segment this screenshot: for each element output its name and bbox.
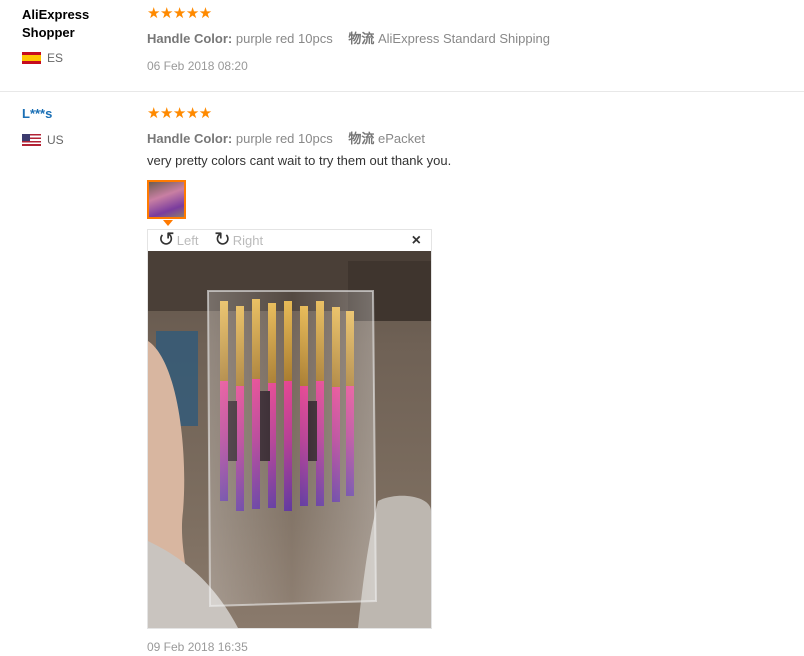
country-code: US — [47, 133, 64, 147]
photo-viewer: ↺ Left ↻ Right × — [147, 229, 432, 629]
star-rating: ★★★★★ — [147, 5, 212, 22]
review-attributes: Handle Color: purple red 10pcs 物流 AliExp… — [147, 28, 550, 47]
rotate-left-label: Left — [176, 232, 199, 248]
review-photo — [148, 251, 431, 628]
handle-color-label: Handle Color: — [147, 131, 233, 146]
shipping-label: 物流 — [348, 131, 375, 146]
review-date: 06 Feb 2018 08:20 — [147, 59, 248, 73]
rotate-left-button[interactable]: ↺ Left — [158, 229, 199, 251]
viewer-toolbar: ↺ Left ↻ Right × — [148, 230, 431, 251]
close-viewer-button[interactable]: × — [412, 232, 421, 250]
reviewer-name: AliExpress Shopper — [22, 7, 90, 40]
thumbnail-active-indicator — [163, 220, 173, 226]
handle-color-value: purple red 10pcs — [235, 31, 333, 46]
rotate-right-label: Right — [232, 232, 264, 248]
shipping-label: 物流 — [348, 31, 375, 46]
rotate-left-icon: ↺ — [158, 229, 175, 251]
review-feedback-text: very pretty colors cant wait to try them… — [147, 153, 452, 168]
flag-us-icon — [22, 134, 41, 146]
review-photo-thumbnail[interactable] — [147, 180, 186, 219]
thumbnail-image — [149, 182, 184, 217]
rotate-right-button[interactable]: ↻ Right — [214, 229, 264, 251]
reviewer-country: US — [22, 133, 64, 147]
shipping-value: AliExpress Standard Shipping — [377, 31, 550, 46]
reviewer-name-link[interactable]: L***s — [22, 105, 52, 123]
flag-es-icon — [22, 52, 41, 64]
handle-color-value: purple red 10pcs — [235, 131, 333, 146]
review-attributes: Handle Color: purple red 10pcs 物流 ePacke… — [147, 128, 425, 147]
photo-of-brushes-in-bag — [148, 251, 431, 628]
star-rating: ★★★★★ — [147, 105, 212, 122]
reviewer-country: ES — [22, 51, 63, 65]
handle-color-label: Handle Color: — [147, 31, 233, 46]
country-code: ES — [47, 51, 64, 65]
rotate-right-icon: ↻ — [214, 229, 231, 251]
review-divider — [0, 91, 804, 92]
shipping-value: ePacket — [377, 131, 425, 146]
review-date: 09 Feb 2018 16:35 — [147, 640, 248, 654]
